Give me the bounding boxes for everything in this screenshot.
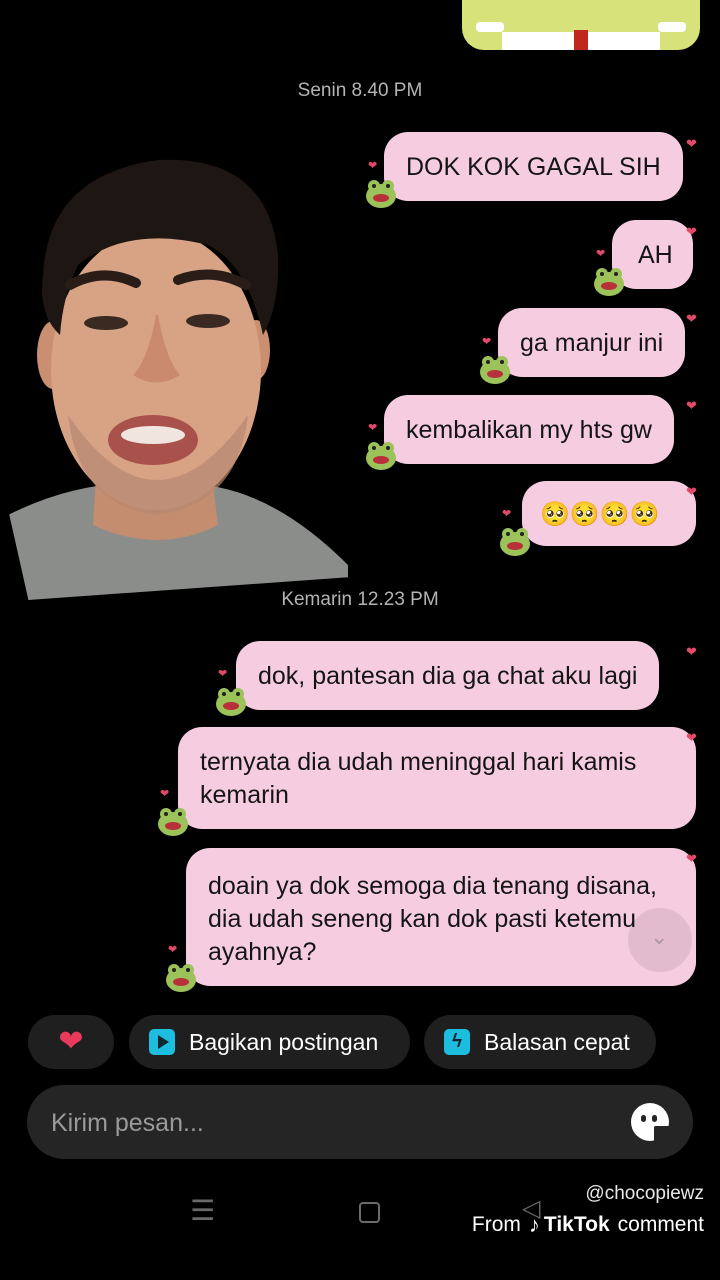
heart-icon: ❤: [218, 668, 228, 680]
heart-icon: ❤: [686, 730, 697, 745]
share-post-button[interactable]: Bagikan postingan: [129, 1015, 410, 1069]
frog-sticker-icon: [164, 958, 198, 994]
portrait-photo: [8, 145, 348, 600]
share-post-label: Bagikan postingan: [189, 1028, 379, 1055]
message-bubble[interactable]: dok, pantesan dia ga chat aku lagi: [236, 641, 660, 710]
message-text: ternyata dia udah meninggal hari kamis k…: [200, 748, 637, 809]
quick-reply-icon: ϟ: [444, 1029, 470, 1055]
share-post-icon: [149, 1029, 175, 1055]
heart-reaction-button[interactable]: ❤: [28, 1015, 114, 1069]
heart-icon: ❤: [368, 160, 378, 172]
watermark-brand: TikTok: [543, 1213, 610, 1236]
watermark-handle: @chocopiewz: [585, 1183, 704, 1204]
message-text: doain ya dok semoga dia tenang disana, d…: [208, 872, 657, 966]
frog-sticker-icon: [592, 262, 626, 298]
message-text: dok, pantesan dia ga chat aku lagi: [258, 662, 638, 690]
message-text: 🥺🥺🥺🥺: [540, 501, 660, 528]
heart-icon: ❤: [168, 944, 178, 956]
heart-icon: ❤: [686, 851, 697, 866]
message-bubble[interactable]: ternyata dia udah meninggal hari kamis k…: [178, 727, 696, 829]
heart-icon: ❤: [596, 248, 606, 260]
heart-icon: ❤: [686, 398, 697, 413]
heart-icon: ❤: [686, 224, 697, 239]
message-input[interactable]: [49, 1085, 613, 1161]
message-text: DOK KOK GAGAL SIH: [406, 153, 661, 181]
image-detail: [476, 22, 504, 32]
frog-sticker-icon: [364, 436, 398, 472]
frog-sticker-icon: [156, 802, 190, 838]
scroll-down-button[interactable]: ⌄: [628, 908, 692, 972]
message-composer: [27, 1085, 693, 1161]
tiktok-logo-icon: ♪: [528, 1212, 540, 1237]
message-bubble[interactable]: ga manjur ini: [498, 308, 686, 377]
heart-icon: ❤: [58, 1025, 84, 1058]
message-bubble[interactable]: DOK KOK GAGAL SIH: [384, 132, 683, 201]
heart-icon: ❤: [502, 508, 512, 520]
message-bubble[interactable]: doain ya dok semoga dia tenang disana, d…: [186, 848, 696, 986]
watermark-suffix: comment: [617, 1213, 704, 1236]
chevron-down-icon: ⌄: [650, 924, 669, 949]
timestamp-first: Senin 8.40 PM: [297, 80, 423, 101]
watermark-from: From: [471, 1213, 521, 1236]
image-detail: [658, 22, 686, 32]
message-bubble[interactable]: kembalikan my hts gw: [384, 395, 674, 464]
message-text: AH: [638, 241, 673, 269]
heart-icon: ❤: [686, 136, 697, 151]
heart-icon: ❤: [686, 644, 697, 659]
heart-icon: ❤: [368, 422, 378, 434]
timestamp-second: Kemarin 12.23 PM: [281, 589, 439, 610]
heart-icon: ❤: [482, 336, 492, 348]
message-text: ga manjur ini: [520, 329, 664, 357]
heart-icon: ❤: [160, 788, 170, 800]
image-detail: [574, 30, 588, 50]
frog-sticker-icon: [478, 350, 512, 386]
top-image-attachment[interactable]: [462, 0, 700, 50]
message-bubble[interactable]: 🥺🥺🥺🥺: [522, 481, 696, 546]
sticker-icon[interactable]: [631, 1103, 670, 1142]
menu-nav-icon[interactable]: ☰: [190, 1194, 215, 1227]
tiktok-watermark: From ♪ TikTok comment: [472, 1212, 704, 1238]
frog-sticker-icon: [498, 522, 532, 558]
frog-sticker-icon: [364, 174, 398, 210]
heart-icon: ❤: [686, 484, 697, 499]
heart-icon: ❤: [686, 311, 697, 326]
quick-reply-button[interactable]: ϟ Balasan cepat: [424, 1015, 656, 1069]
message-text: kembalikan my hts gw: [406, 416, 652, 444]
home-nav-icon[interactable]: [359, 1202, 380, 1223]
frog-sticker-icon: [214, 682, 248, 718]
quick-reply-label: Balasan cepat: [484, 1028, 630, 1055]
